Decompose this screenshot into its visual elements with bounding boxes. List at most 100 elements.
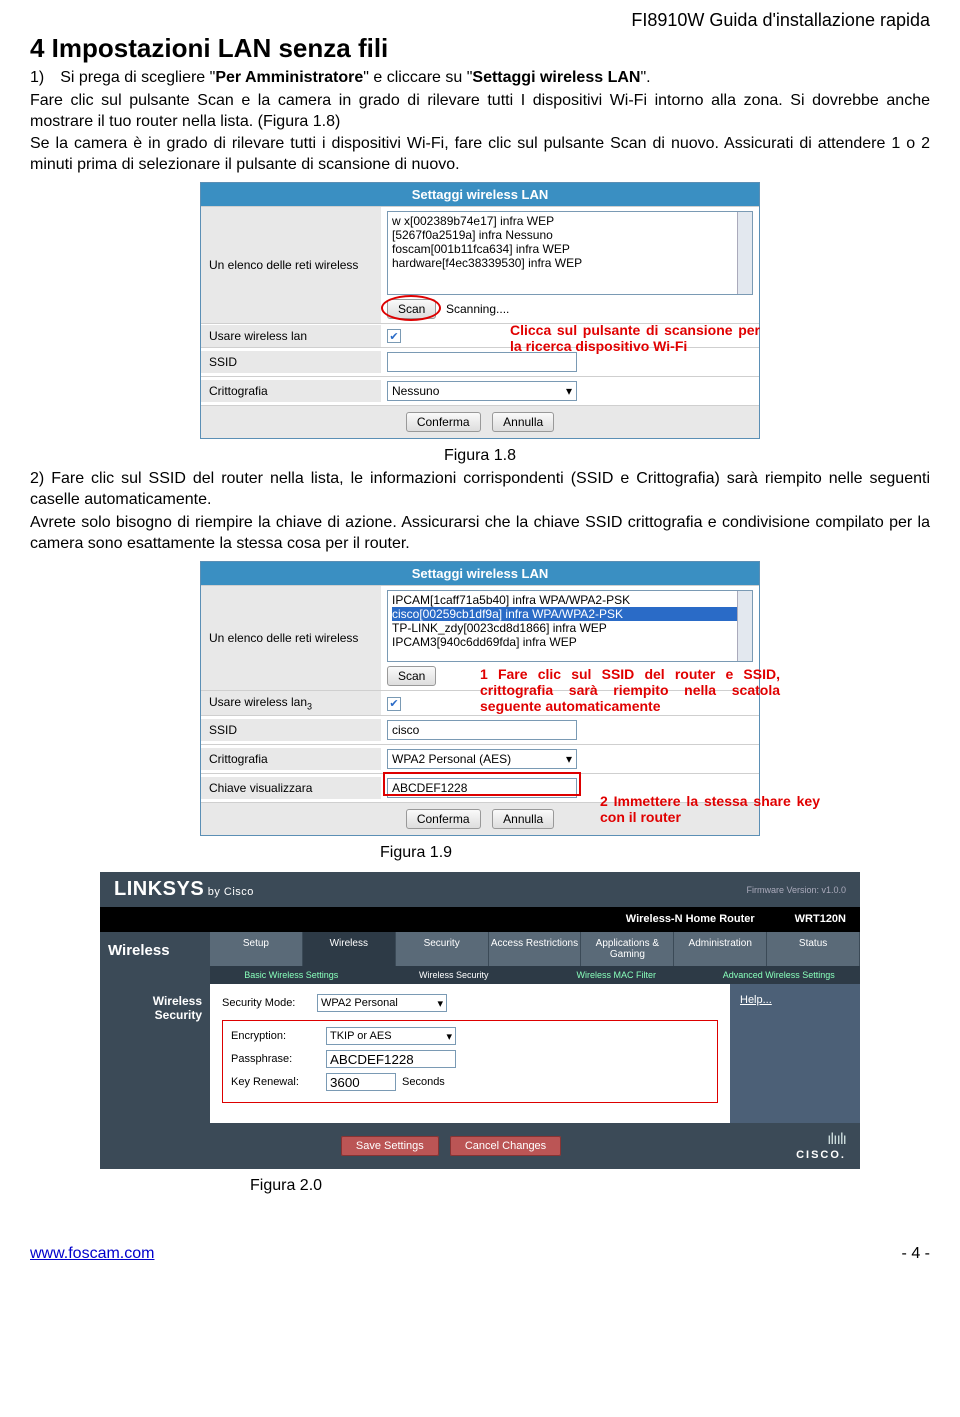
model-number: WRT120N (795, 913, 846, 925)
panel-title: Settaggi wireless LAN (201, 183, 759, 206)
list-item[interactable]: TP-LINK_zdy[0023cd8d1866] infra WEP (392, 621, 748, 635)
select-value: TKIP or AES (330, 1030, 392, 1042)
passphrase-input[interactable] (326, 1050, 456, 1068)
paragraph-5: Avrete solo bisogno di riempire la chiav… (30, 513, 930, 555)
label-network-list: Un elenco delle reti wireless (201, 586, 381, 690)
checkbox-use-wlan[interactable]: ✔ (387, 329, 401, 343)
subtab-mac-filter[interactable]: Wireless MAC Filter (535, 966, 698, 984)
callout-ssid: 1 Fare clic sul SSID del router e SSID, … (480, 666, 780, 714)
main-tabs: Setup Wireless Security Access Restricti… (210, 932, 860, 966)
confirm-button[interactable]: Conferma (406, 412, 481, 432)
scrollbar[interactable] (737, 591, 752, 661)
tab-security[interactable]: Security (396, 932, 489, 966)
scanning-text: Scanning.... (446, 302, 509, 316)
footer-url[interactable]: www.foscam.com (30, 1245, 154, 1263)
security-mode-select[interactable]: WPA2 Personal▾ (317, 994, 447, 1012)
help-panel: Help... (730, 984, 860, 1123)
label-crittografia: Crittografia (201, 380, 381, 402)
form-area: Security Mode: WPA2 Personal▾ Encryption… (210, 984, 730, 1123)
subtab-basic[interactable]: Basic Wireless Settings (210, 966, 373, 984)
text-bold: Per Amministratore (215, 69, 363, 86)
section-title: 4 Impostazioni LAN senza fili (30, 33, 930, 64)
label-ssid: SSID (201, 351, 381, 373)
subscript: 3 (307, 701, 312, 711)
brand-text: LINKSYS (114, 878, 204, 900)
list-item-selected[interactable]: cisco[00259cb1df9a] infra WPA/WPA2-PSK (392, 607, 748, 621)
list-item[interactable]: w x[002389b74e17] infra WEP (392, 214, 748, 228)
cancel-button[interactable]: Annulla (492, 809, 554, 829)
subtab-wireless-security[interactable]: Wireless Security (373, 966, 536, 984)
red-highlight (383, 772, 581, 796)
section-label: Wireless Security (100, 984, 210, 1123)
ssid-input[interactable] (387, 720, 577, 740)
label-crittografia: Crittografia (201, 748, 381, 770)
text: ". (640, 69, 650, 86)
chevron-down-icon: ▾ (446, 1030, 452, 1043)
ssid-input[interactable] (387, 352, 577, 372)
text: " e cliccare su " (363, 69, 472, 86)
label-security-mode: Security Mode: (222, 997, 317, 1009)
page-number: - 4 - (902, 1245, 930, 1263)
panel-title: Settaggi wireless LAN (201, 562, 759, 585)
scan-button[interactable]: Scan (387, 666, 436, 686)
network-list[interactable]: w x[002389b74e17] infra WEP [5267f0a2519… (387, 211, 753, 295)
figure-caption-1-8: Figura 1.8 (30, 447, 930, 465)
label-key-renewal: Key Renewal: (231, 1076, 326, 1088)
subtab-advanced[interactable]: Advanced Wireless Settings (698, 966, 861, 984)
tab-section-label: Wireless (100, 932, 210, 984)
text-bold: Settaggi wireless LAN (472, 69, 640, 86)
brand-by: by Cisco (204, 886, 254, 898)
model-bar: Wireless-N Home Router WRT120N (100, 907, 860, 931)
checkbox-use-wlan[interactable]: ✔ (387, 697, 401, 711)
figure-1-9: Settaggi wireless LAN Un elenco delle re… (200, 561, 760, 836)
paragraph-4: 2) Fare clic sul SSID del router nella l… (30, 469, 930, 511)
encryption-select[interactable]: WPA2 Personal (AES)▾ (387, 749, 577, 769)
help-link[interactable]: Help... (740, 994, 850, 1006)
select-value: WPA2 Personal (321, 997, 398, 1009)
linksys-brand: LINKSYS by Cisco (114, 878, 254, 901)
label-share-key: Chiave visualizzara (201, 777, 381, 799)
tab-wireless[interactable]: Wireless (303, 932, 396, 966)
tab-apps-gaming[interactable]: Applications & Gaming (581, 932, 674, 966)
network-list[interactable]: IPCAM[1caff71a5b40] infra WPA/WPA2-PSK c… (387, 590, 753, 662)
list-item[interactable]: hardware[f4ec38339530] infra WEP (392, 256, 748, 270)
select-value: Nessuno (392, 384, 439, 398)
list-item[interactable]: IPCAM3[940c6dd69fda] infra WEP (392, 635, 748, 649)
label-use-wlan: Usare wireless lan (201, 325, 381, 347)
list-item[interactable]: foscam[001b11fca634] infra WEP (392, 242, 748, 256)
save-settings-button[interactable]: Save Settings (341, 1136, 439, 1156)
cisco-bars-icon: ılıılı (796, 1131, 846, 1149)
list-item[interactable]: IPCAM[1caff71a5b40] infra WPA/WPA2-PSK (392, 593, 748, 607)
chevron-down-icon: ▾ (566, 384, 572, 398)
cancel-button[interactable]: Annulla (492, 412, 554, 432)
list-item[interactable]: [5267f0a2519a] infra Nessuno (392, 228, 748, 242)
callout-sharekey: 2 Immettere la stessa share key con il r… (600, 793, 820, 825)
encryption-select[interactable]: Nessuno ▾ (387, 381, 577, 401)
sub-tabs: Basic Wireless Settings Wireless Securit… (210, 966, 860, 984)
scrollbar[interactable] (737, 212, 752, 294)
paragraph-2: Fare clic sul pulsante Scan e la camera … (30, 91, 930, 133)
figure-caption-1-9: Figura 1.9 (130, 844, 930, 862)
callout-scan: Clicca sul pulsante di scansione per la … (510, 322, 760, 354)
tab-status[interactable]: Status (767, 932, 860, 966)
page-footer: www.foscam.com - 4 - (30, 1245, 930, 1263)
tab-access-restrictions[interactable]: Access Restrictions (489, 932, 582, 966)
cisco-logo: ılıılı CISCO. (796, 1131, 846, 1161)
text: Usare wireless lan (209, 695, 307, 709)
encryption-select[interactable]: TKIP or AES ▾ (326, 1027, 456, 1045)
tab-setup[interactable]: Setup (210, 932, 303, 966)
text: 1) Si prega di scegliere " (30, 69, 215, 86)
cancel-changes-button[interactable]: Cancel Changes (450, 1136, 561, 1156)
firmware-version: Firmware Version: v1.0.0 (746, 885, 846, 895)
foscam-panel: Settaggi wireless LAN Un elenco delle re… (200, 182, 760, 440)
key-renewal-input[interactable] (326, 1073, 396, 1091)
label-encryption: Encryption: (231, 1030, 326, 1042)
linksys-panel: LINKSYS by Cisco Firmware Version: v1.0.… (100, 872, 860, 1169)
confirm-button[interactable]: Conferma (406, 809, 481, 829)
label-network-list: Un elenco delle reti wireless (201, 207, 381, 323)
label-ssid: SSID (201, 719, 381, 741)
chevron-down-icon: ▾ (566, 752, 572, 766)
paragraph-3: Se la camera è in grado di rilevare tutt… (30, 134, 930, 176)
figure-1-8: Settaggi wireless LAN Un elenco delle re… (200, 182, 760, 440)
tab-administration[interactable]: Administration (674, 932, 767, 966)
